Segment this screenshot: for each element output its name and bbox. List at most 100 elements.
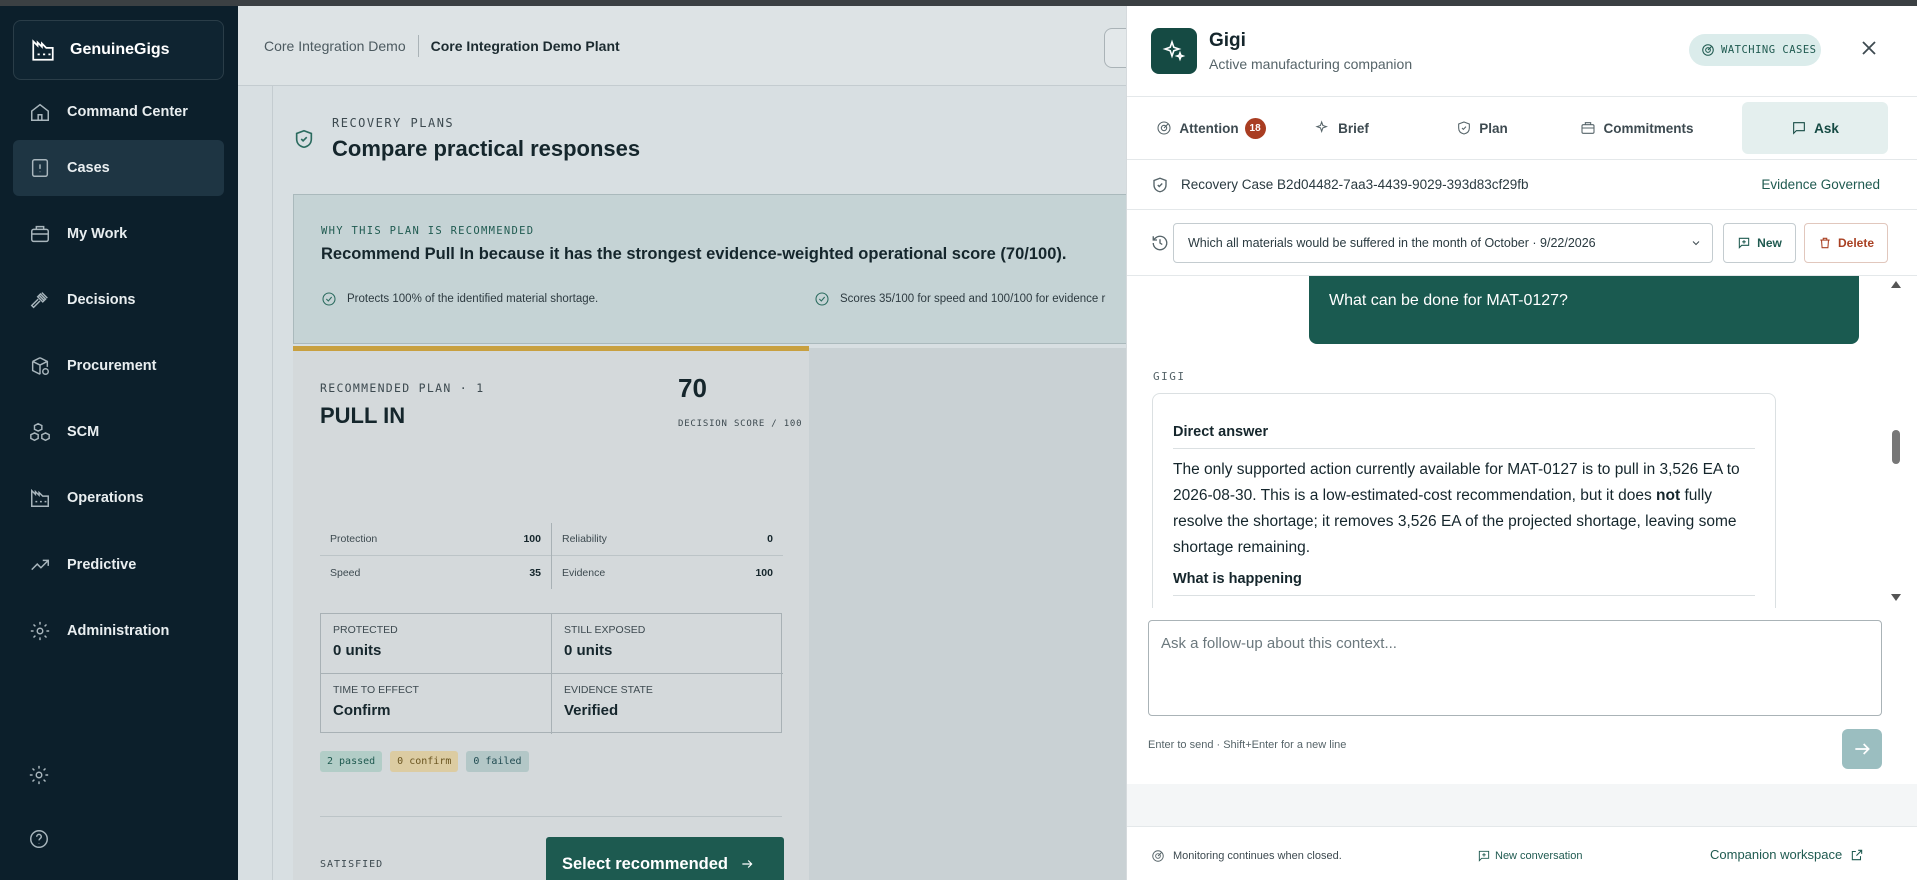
external-link-icon xyxy=(1852,849,1863,860)
case-id: Recovery Case B2d04482-7aa3-4439-9029-39… xyxy=(1181,177,1529,192)
settings-button[interactable] xyxy=(28,764,50,786)
briefcase-icon xyxy=(31,225,49,243)
brand-logo-button[interactable]: GenuineGigs xyxy=(13,20,224,80)
sparkle-icon xyxy=(1162,39,1186,62)
score-metrics: Protection 100 Reliability 0 Speed 35 Evide… xyxy=(320,523,783,589)
sidebar-item-label: Administration xyxy=(67,623,170,639)
alert-file-icon xyxy=(31,159,49,177)
sidebar-item-cases[interactable]: Cases xyxy=(13,140,224,196)
arrow-right-icon xyxy=(742,860,753,868)
new-conversation-button[interactable]: New xyxy=(1723,223,1796,263)
sidebar-item-operations[interactable]: Operations xyxy=(13,470,224,526)
rationale-title: Recommend Pull In because it has the str… xyxy=(321,245,1067,263)
conversation-controls: Which all materials would be suffered in… xyxy=(1127,210,1917,275)
search-input[interactable] xyxy=(1104,28,1126,68)
chip-failed: 0 failed xyxy=(466,751,529,772)
sidebar: GenuineGigs Command Center Cases My Work… xyxy=(0,6,238,880)
outcome-time-to-effect: TIME TO EFFECT Confirm xyxy=(321,674,552,734)
sparkle-icon xyxy=(1315,120,1329,133)
companion-workspace-link[interactable]: Companion workspace xyxy=(1710,847,1864,862)
sidebar-item-command-center[interactable]: Command Center xyxy=(13,84,224,140)
chevron-down-icon xyxy=(1690,237,1702,249)
section-eyebrow: RECOVERY PLANS xyxy=(332,116,455,130)
shield-check-icon xyxy=(1458,121,1471,135)
message-icon xyxy=(1793,122,1805,135)
panel-spacer xyxy=(1127,784,1917,826)
sidebar-item-label: Procurement xyxy=(67,358,157,374)
message-plus-icon xyxy=(1738,237,1750,249)
message-plus-icon xyxy=(1478,850,1490,862)
history-button[interactable] xyxy=(1151,234,1169,252)
sidebar-item-label: Decisions xyxy=(67,292,136,308)
sidebar-item-procurement[interactable]: Procurement xyxy=(13,338,224,394)
sidebar-item-my-work[interactable]: My Work xyxy=(13,206,224,262)
new-conversation-link[interactable]: New conversation xyxy=(1477,849,1582,863)
plan-title: PULL IN xyxy=(320,403,406,428)
chip-confirm: 0 confirm xyxy=(390,751,459,772)
answer-heading-2: What is happening xyxy=(1173,571,1755,596)
companion-name: Gigi xyxy=(1209,30,1246,51)
shield-check-icon xyxy=(1153,177,1167,192)
sidebar-item-administration[interactable]: Administration xyxy=(13,603,224,659)
select-recommended-button[interactable]: Select recommended xyxy=(546,837,784,880)
factory-icon xyxy=(31,488,49,507)
close-panel-button[interactable] xyxy=(1857,36,1881,60)
companion-panel: Gigi Active manufacturing companion WATC… xyxy=(1126,6,1917,880)
sidebar-item-label: Command Center xyxy=(67,104,188,120)
follow-up-input[interactable]: Ask a follow-up about this context... xyxy=(1148,620,1882,716)
plan-outcome-grid: PROTECTED 0 units STILL EXPOSED 0 units TI… xyxy=(320,613,783,734)
main-content: Core Integration Demo Core Integration D… xyxy=(238,6,1126,880)
gear-icon xyxy=(30,621,50,641)
arrow-right-icon xyxy=(1855,743,1870,755)
decision-score-label: DECISION SCORE / 100 xyxy=(678,419,803,429)
history-icon xyxy=(1152,235,1168,251)
evidence-governed-label: Evidence Governed xyxy=(1761,177,1880,192)
scroll-down-arrow[interactable] xyxy=(1891,594,1901,601)
companion-tabs: Attention 18 Brief Plan Commitments Ask xyxy=(1127,96,1917,160)
breadcrumb-plant[interactable]: Core Integration Demo Plant xyxy=(431,38,620,54)
attention-count-badge: 18 xyxy=(1244,117,1266,139)
recommended-plan-card: RECOMMENDED PLAN · 1 PULL IN 70 DECISION… xyxy=(293,346,809,880)
help-circle-icon xyxy=(30,830,48,848)
send-button[interactable] xyxy=(1842,729,1882,769)
delete-conversation-button[interactable]: Delete xyxy=(1804,223,1888,263)
check-circle-icon xyxy=(322,292,336,306)
chip-passed: 2 passed xyxy=(320,751,383,772)
metric-protection: Protection 100 xyxy=(320,523,551,556)
help-button[interactable] xyxy=(28,828,50,850)
close-icon xyxy=(1862,41,1876,55)
decision-score: 70 xyxy=(678,373,707,403)
conversation-select[interactable]: Which all materials would be suffered in… xyxy=(1173,223,1713,263)
package-search-icon xyxy=(31,357,49,375)
scroll-up-arrow[interactable] xyxy=(1891,281,1901,288)
home-icon xyxy=(31,103,49,121)
tab-brief[interactable]: Brief xyxy=(1287,102,1397,154)
top-bar: Core Integration Demo Core Integration D… xyxy=(238,6,1126,86)
chat-thread[interactable]: What can be done for MAT-0127? GIGI Dire… xyxy=(1127,275,1917,608)
answer-text: The only supported action currently avai… xyxy=(1173,461,1740,556)
monitoring-note: Monitoring continues when closed. xyxy=(1151,849,1342,863)
sidebar-item-scm[interactable]: SCM xyxy=(13,404,224,460)
plan-eyebrow: RECOMMENDED PLAN · 1 xyxy=(320,381,485,395)
chat-scrollbar[interactable] xyxy=(1889,276,1903,608)
watching-cases-badge: WATCHING CASES xyxy=(1689,34,1821,66)
panel-header: Gigi Active manufacturing companion WATC… xyxy=(1127,6,1917,96)
tab-commitments[interactable]: Commitments xyxy=(1557,102,1717,154)
sidebar-item-predictive[interactable]: Predictive xyxy=(13,537,224,593)
scroll-thumb[interactable] xyxy=(1892,430,1900,464)
outcome-still-exposed: STILL EXPOSED 0 units xyxy=(552,614,783,674)
gavel-icon xyxy=(30,292,48,309)
user-message: What can be done for MAT-0127? xyxy=(1309,276,1859,344)
tab-plan[interactable]: Plan xyxy=(1427,102,1537,154)
rationale-eyebrow: WHY THIS PLAN IS RECOMMENDED xyxy=(321,225,535,237)
sidebar-item-decisions[interactable]: Decisions xyxy=(13,272,224,328)
tab-ask[interactable]: Ask xyxy=(1742,102,1888,154)
satisfied-label: SATISFIED xyxy=(320,859,384,870)
panel-footer: Monitoring continues when closed. New co… xyxy=(1127,826,1917,880)
breadcrumb-org[interactable]: Core Integration Demo xyxy=(264,38,406,54)
outcome-evidence-state: EVIDENCE STATE Verified xyxy=(564,684,653,719)
assistant-message: Direct answer The only supported action … xyxy=(1152,393,1776,608)
trash-icon xyxy=(1820,237,1830,249)
rationale-point: Scores 35/100 for speed and 100/100 for … xyxy=(814,291,1105,307)
tab-attention[interactable]: Attention 18 xyxy=(1147,102,1275,154)
